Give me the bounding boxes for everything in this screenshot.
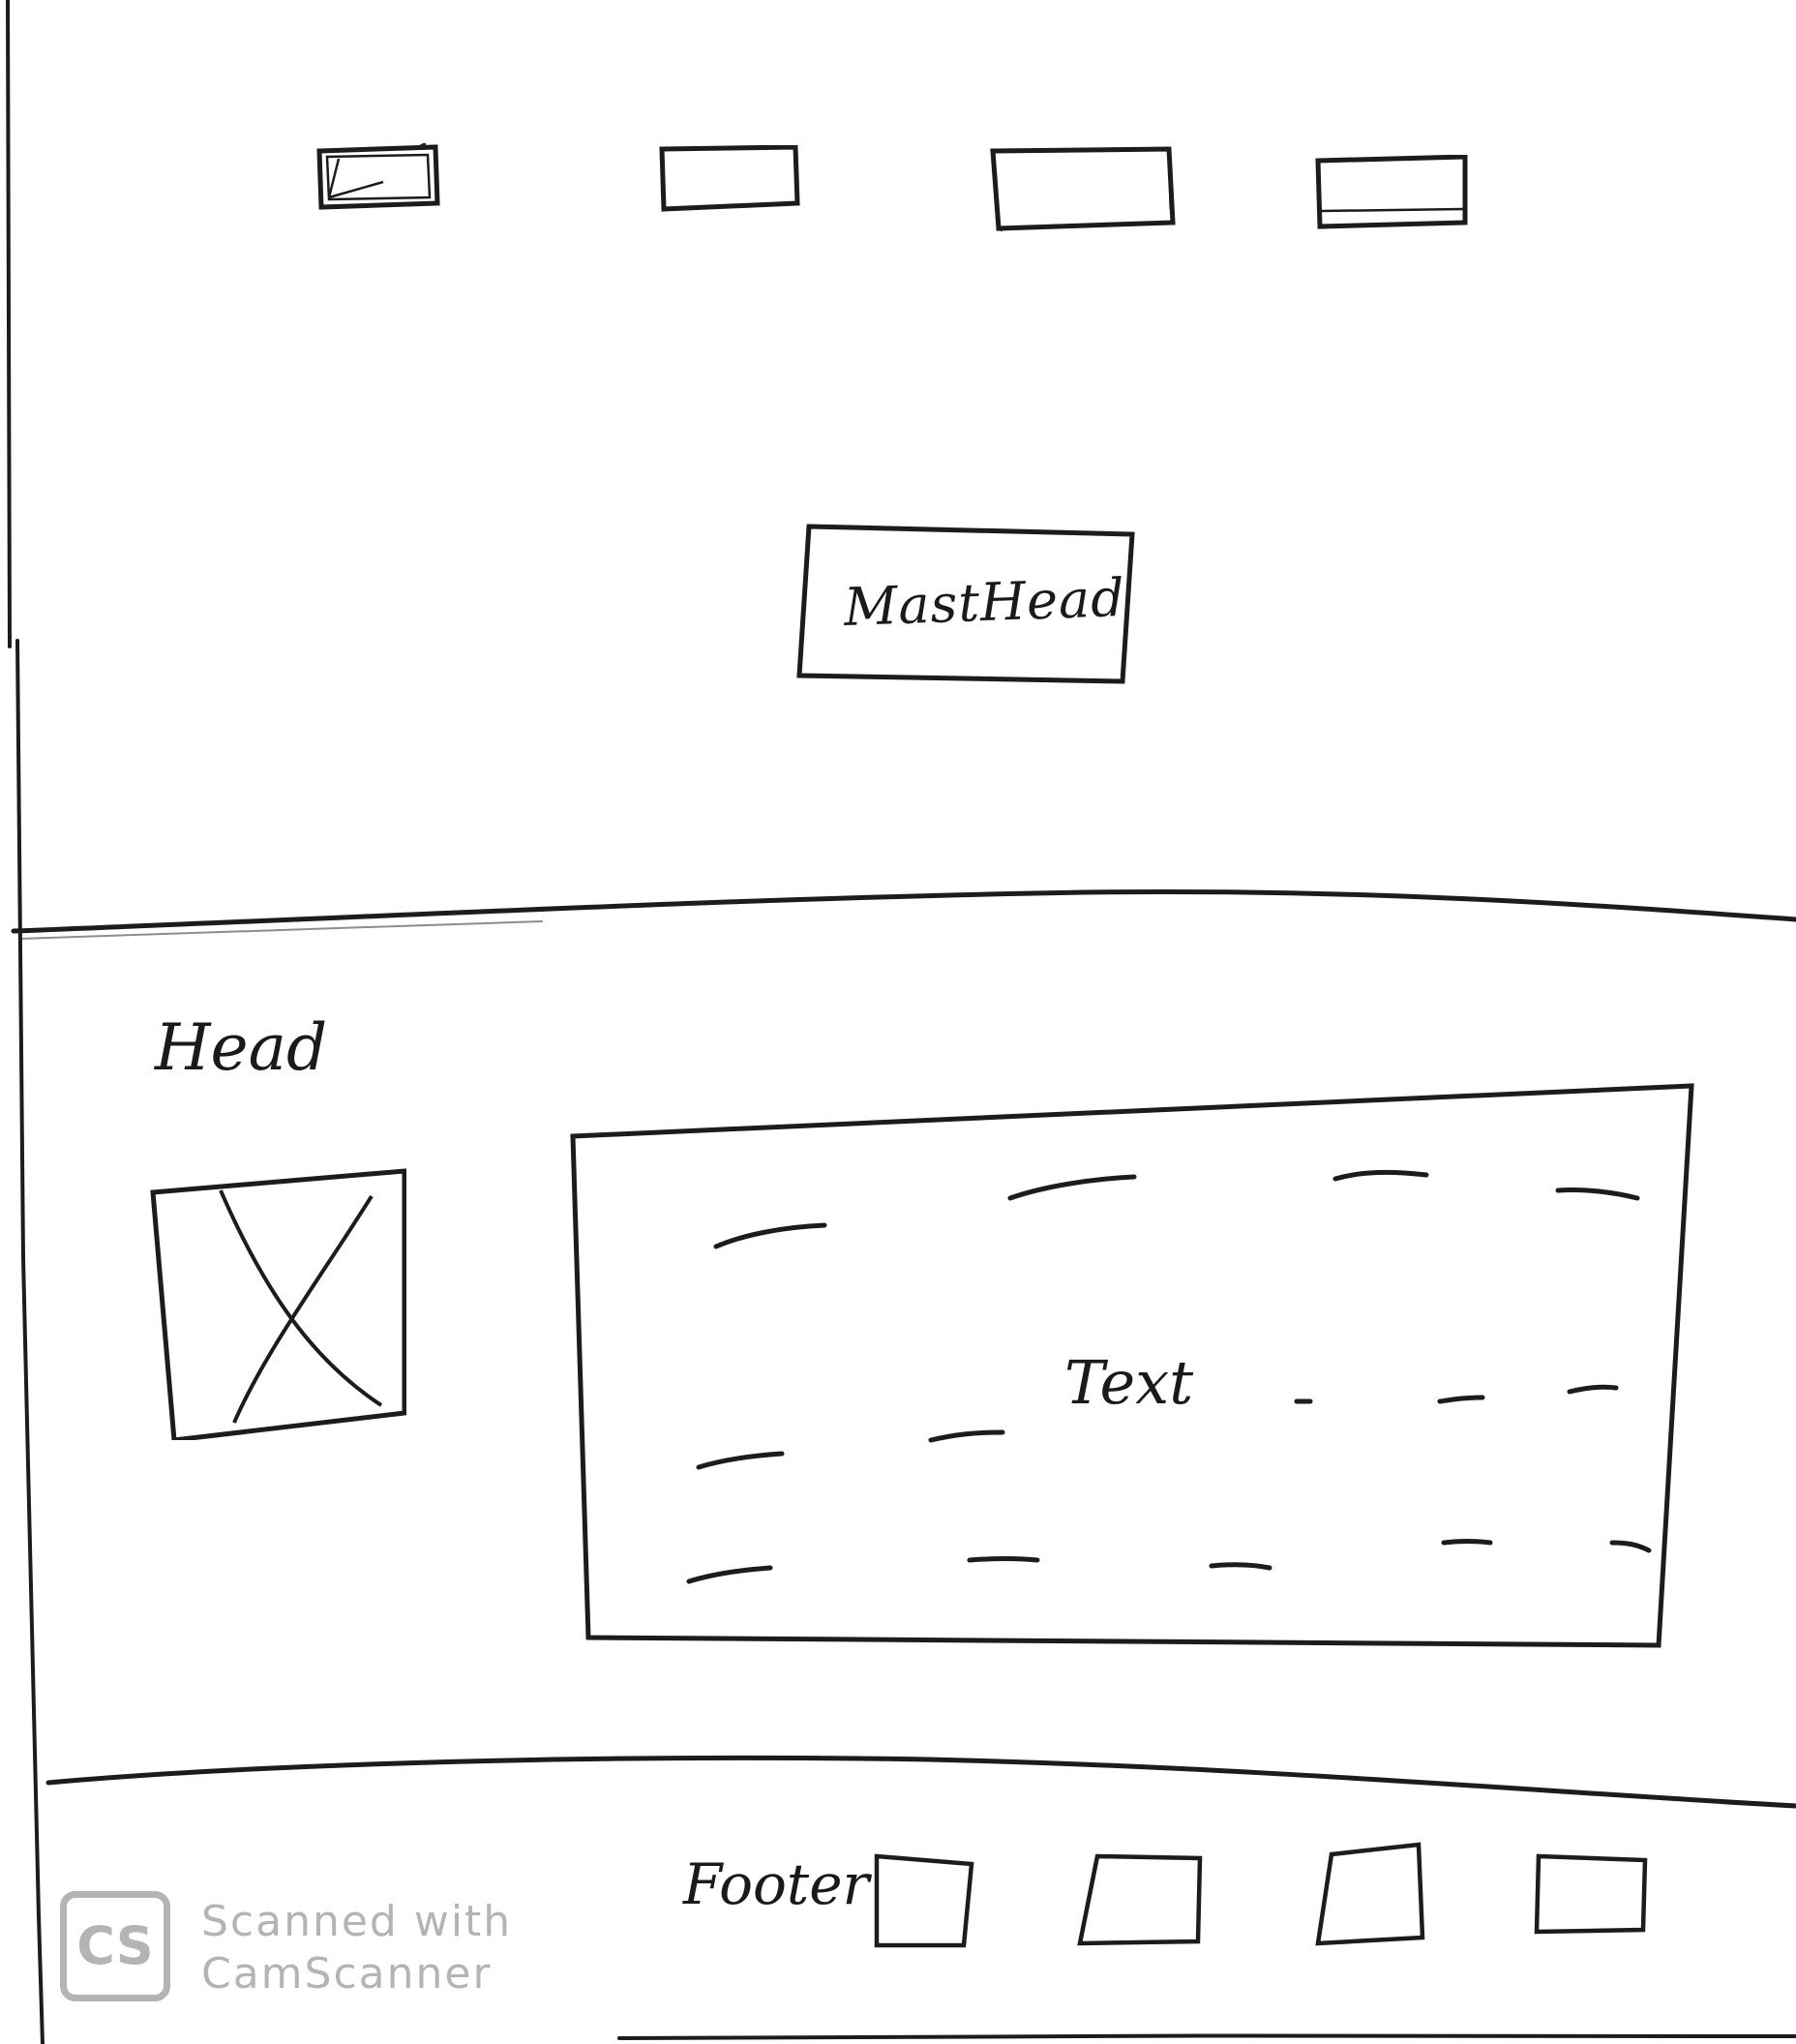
watermark-line-1: Scanned with (201, 1897, 513, 1946)
nav-button-3[interactable] (989, 145, 1177, 232)
header-divider-line (11, 888, 1796, 934)
footer-box-3[interactable] (1314, 1841, 1426, 1947)
footer-box-2[interactable] (1076, 1850, 1204, 1947)
wireframe-page: MastHead Head Text Footer CS Scanned wit… (0, 0, 1796, 2044)
footer-box-4[interactable] (1533, 1852, 1649, 1936)
footer-label: Footer (683, 1851, 870, 1917)
nav-button-4[interactable] (1314, 155, 1469, 230)
camscanner-watermark: CS Scanned with CamScanner (60, 1891, 515, 2007)
camscanner-logo-text: CS (76, 1915, 154, 1976)
bottom-edge-line (617, 2033, 1796, 2040)
left-border-line (6, 0, 45, 2044)
footer-divider-line (45, 1755, 1796, 1809)
text-panel-label: Text (1064, 1347, 1194, 1418)
camscanner-logo-icon: CS (60, 1891, 170, 2001)
watermark-line-2: CamScanner (201, 1949, 493, 1999)
footer-box-1[interactable] (873, 1852, 975, 1949)
image-placeholder-x-icon (150, 1168, 406, 1440)
nav-button-2[interactable] (658, 145, 801, 213)
masthead-label: MastHead (842, 566, 1126, 639)
nav-button-1[interactable] (315, 143, 441, 211)
head-label: Head (155, 1010, 328, 1085)
